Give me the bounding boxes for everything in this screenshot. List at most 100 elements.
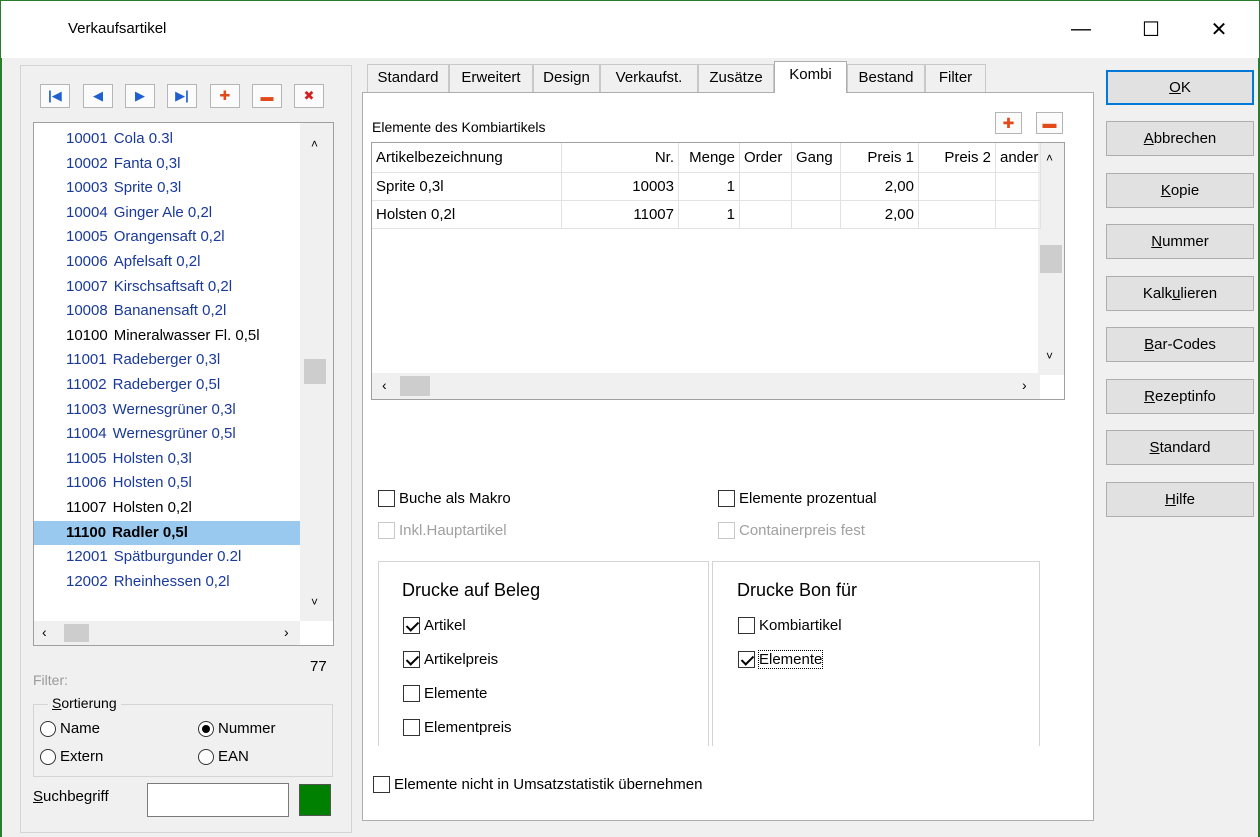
buche-als-makro-option[interactable]: Buche als Makro [378, 490, 511, 507]
bon-elemente-checkbox[interactable] [738, 651, 755, 668]
sort-extern-radio[interactable] [40, 748, 56, 765]
elemente-prozentual-option[interactable]: Elemente prozentual [718, 490, 877, 507]
beleg-artikelpreis-checkbox[interactable] [403, 651, 420, 668]
list-item[interactable]: 10005 Orangensaft 0,2l [34, 225, 302, 249]
grid-vertical-scrollbar[interactable]: ˄ ˅ [1038, 143, 1064, 375]
scroll-left-icon[interactable]: ‹ [42, 624, 47, 640]
grid-column-header[interactable]: Preis 2 [919, 143, 996, 173]
list-item[interactable]: 11007 Holsten 0,2l [34, 496, 302, 520]
grid-cell[interactable]: Holsten 0,2l [372, 201, 562, 229]
next-record-button[interactable]: ▶ [125, 84, 155, 108]
scroll-up-icon[interactable]: ˄ [311, 137, 318, 151]
scroll-down-icon[interactable]: ˅ [311, 595, 318, 609]
list-vertical-scrollbar[interactable]: ˄ ˅ [300, 123, 333, 621]
list-item[interactable]: 10007 Kirschsaftsaft 0,2l [34, 275, 302, 299]
ok-button[interactable]: OK [1106, 70, 1254, 105]
minimize-button[interactable]: — [1058, 0, 1104, 58]
abbrechen-button[interactable]: Abbrechen [1106, 121, 1254, 156]
grid-cell[interactable]: 11007 [562, 201, 679, 229]
buche-als-makro-checkbox[interactable] [378, 490, 395, 507]
list-item[interactable]: 11005 Holsten 0,3l [34, 447, 302, 471]
bon-kombiartikel-checkbox[interactable] [738, 617, 755, 634]
grid-cell[interactable] [996, 201, 1041, 229]
grid-column-header[interactable]: Artikelbezeichnung [372, 143, 562, 173]
list-item[interactable]: 10004 Ginger Ale 0,2l [34, 201, 302, 225]
grid-cell[interactable]: 10003 [562, 173, 679, 201]
grid-column-header[interactable]: Order [740, 143, 792, 173]
umsatzstatistik-option[interactable]: Elemente nicht in Umsatzstatistik überne… [373, 776, 702, 793]
sort-ean-radio[interactable] [198, 748, 214, 765]
grid-column-header[interactable]: Nr. [562, 143, 679, 173]
tab-design[interactable]: Design [533, 64, 600, 92]
maximize-button[interactable]: ☐ [1128, 0, 1174, 58]
list-item[interactable]: 10006 Apfelsaft 0,2l [34, 250, 302, 274]
list-item[interactable]: 10003 Sprite 0,3l [34, 176, 302, 200]
kalkulieren-button[interactable]: Kalk u lieren [1106, 276, 1254, 311]
tab-bestand[interactable]: Bestand [847, 64, 925, 92]
tab-filter[interactable]: Filter [925, 64, 986, 92]
beleg-artikel-option[interactable]: Artikel [403, 617, 466, 634]
beleg-elemente-checkbox[interactable] [403, 685, 420, 702]
rezeptinfo-button[interactable]: Rezeptinfo [1106, 379, 1254, 414]
beleg-elementpreis-option[interactable]: Elementpreis [403, 719, 512, 736]
grid-cell[interactable] [792, 173, 841, 201]
tab-zusaetze[interactable]: Zusätze [698, 64, 774, 92]
beleg-elemente-option[interactable]: Elemente [403, 685, 487, 702]
remove-record-button[interactable]: ▬ [252, 84, 282, 108]
list-item[interactable]: 11001 Radeberger 0,3l [34, 348, 302, 372]
tab-verkaufst[interactable]: Verkaufst. [600, 64, 698, 92]
sort-name-radio[interactable] [40, 720, 56, 737]
elements-grid[interactable]: ˄ ˅ ‹ › Artikelbezeichnung Nr. Menge Order G… [371, 142, 1065, 400]
grid-cell[interactable]: Sprite 0,3l [372, 173, 562, 201]
sort-ean-option[interactable]: EAN [198, 748, 249, 765]
scroll-thumb[interactable] [304, 359, 326, 384]
bar-codes-button[interactable]: Bar-Codes [1106, 327, 1254, 362]
list-item[interactable]: 11002 Radeberger 0,5l [34, 373, 302, 397]
grid-cell[interactable] [996, 173, 1041, 201]
grid-scroll-up-icon[interactable]: ˄ [1046, 151, 1053, 165]
search-input[interactable] [147, 783, 289, 817]
kopie-button[interactable]: Kopie [1106, 173, 1254, 208]
bon-elemente-option[interactable]: Elemente [738, 650, 824, 669]
grid-scroll-down-icon[interactable]: ˅ [1046, 349, 1053, 363]
tab-kombi[interactable]: Kombi [774, 61, 847, 93]
last-record-button[interactable]: ▶| [167, 84, 197, 108]
list-item[interactable]: 12002 Rheinhessen 0,2l [34, 570, 302, 594]
grid-column-header[interactable]: ander [996, 143, 1041, 173]
grid-scroll-right-icon[interactable]: › [1022, 377, 1027, 393]
scroll-right-icon[interactable]: › [284, 624, 289, 640]
list-item[interactable]: 12001 Spätburgunder 0.2l [34, 545, 302, 569]
beleg-artikelpreis-option[interactable]: Artikelpreis [403, 651, 498, 668]
grid-cell[interactable]: 2,00 [841, 201, 919, 229]
list-item[interactable]: 11006 Holsten 0,5l [34, 471, 302, 495]
grid-cell[interactable] [919, 173, 996, 201]
search-color-indicator[interactable] [299, 784, 331, 816]
grid-column-header[interactable]: Gang [792, 143, 841, 173]
article-list[interactable]: 12002 Rheinhessen 0,2l 12001 Spätburgunder … [33, 122, 334, 646]
grid-scroll-left-icon[interactable]: ‹ [382, 377, 387, 393]
sort-nummer-radio[interactable] [198, 720, 214, 737]
sort-nummer-option[interactable]: Nummer [198, 720, 276, 737]
grid-scroll-thumb[interactable] [1040, 245, 1062, 273]
remove-element-button[interactable]: ▬ [1036, 112, 1063, 134]
sort-extern-option[interactable]: Extern [40, 748, 103, 765]
grid-hscroll-thumb[interactable] [400, 376, 430, 396]
delete-record-button[interactable]: ✖ [294, 84, 324, 108]
list-item[interactable]: 11003 Wernesgrüner 0,3l [34, 398, 302, 422]
grid-cell[interactable]: 2,00 [841, 173, 919, 201]
hscroll-thumb[interactable] [64, 624, 89, 642]
nummer-button[interactable]: Nummer [1106, 224, 1254, 259]
first-record-button[interactable]: |◀ [40, 84, 70, 108]
sort-name-option[interactable]: Name [40, 720, 100, 737]
grid-horizontal-scrollbar[interactable]: ‹ › [372, 373, 1040, 399]
add-element-button[interactable]: ✚ [995, 112, 1022, 134]
tab-erweitert[interactable]: Erweitert [449, 64, 533, 92]
bon-kombiartikel-option[interactable]: Kombiartikel [738, 617, 842, 634]
beleg-artikel-checkbox[interactable] [403, 617, 420, 634]
umsatzstatistik-checkbox[interactable] [373, 776, 390, 793]
add-record-button[interactable]: ✚ [210, 84, 240, 108]
grid-cell[interactable] [740, 173, 792, 201]
standard-button[interactable]: Standard [1106, 430, 1254, 465]
grid-cell[interactable] [792, 201, 841, 229]
close-button[interactable]: ✕ [1196, 0, 1242, 58]
